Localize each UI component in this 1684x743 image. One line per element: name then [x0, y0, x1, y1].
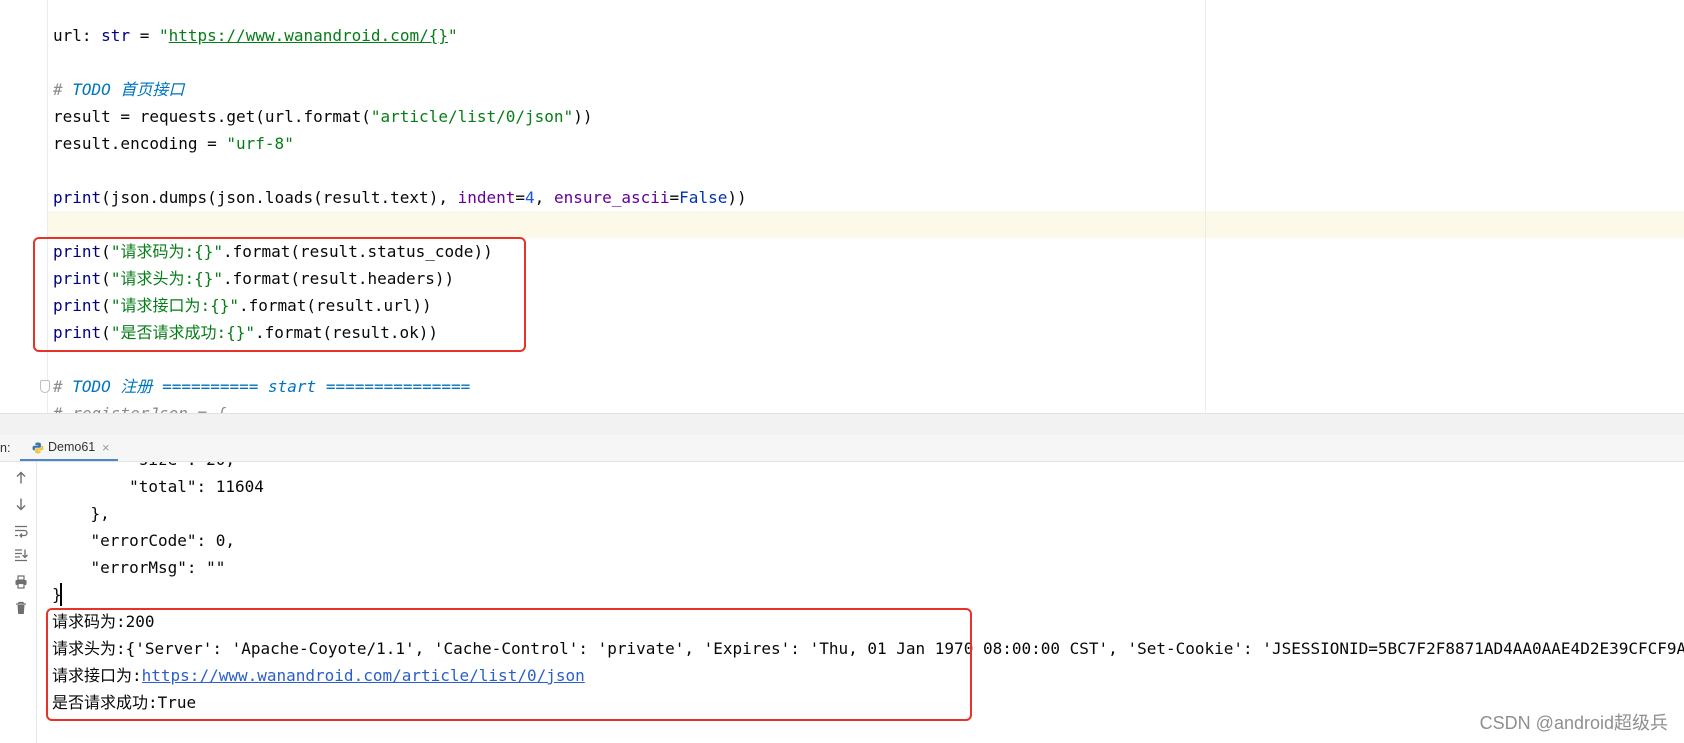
- annotation-box-code: [33, 237, 526, 352]
- run-console[interactable]: "size": 20, "total": 11604 }, "errorCode…: [0, 462, 1684, 743]
- console-token: },: [52, 504, 110, 523]
- code-line: # registerJson = {: [53, 400, 747, 413]
- url-link[interactable]: https://www.wanandroid.com/{}: [169, 26, 448, 45]
- trash-icon[interactable]: [13, 600, 29, 616]
- run-tool-window-header: n: Demo61 ×: [0, 435, 1684, 462]
- console-line: "errorMsg": "": [52, 554, 1684, 581]
- console-token: "errorCode": 0,: [52, 531, 236, 550]
- soft-wrap-icon[interactable]: [13, 523, 29, 539]
- code-token: result.encoding =: [53, 134, 227, 153]
- python-icon: [32, 442, 44, 454]
- code-token: TODO 注册 ========== start ===============: [72, 377, 471, 396]
- code-token: str: [101, 26, 131, 45]
- right-margin-guide: [1205, 0, 1206, 413]
- print-icon[interactable]: [13, 574, 29, 590]
- code-token: ensure_ascii: [553, 188, 670, 207]
- scroll-to-end-icon[interactable]: [13, 547, 29, 563]
- down-arrow-icon[interactable]: [13, 496, 29, 512]
- code-token: 4: [525, 188, 535, 207]
- code-line: # TODO 注册 ========== start =============…: [53, 373, 747, 400]
- panel-separator[interactable]: [0, 413, 1684, 435]
- code-token: TODO 首页接口: [72, 80, 185, 99]
- fold-icon[interactable]: [40, 380, 50, 393]
- console-line: },: [52, 500, 1684, 527]
- annotation-box-console: [46, 608, 972, 721]
- console-toolbar: [0, 462, 37, 743]
- code-token: url:: [53, 26, 102, 45]
- console-line: "total": 11604: [52, 473, 1684, 500]
- code-token: indent: [457, 188, 516, 207]
- code-token: False: [679, 188, 728, 207]
- code-editor[interactable]: url: str = "https://www.wanandroid.com/{…: [0, 0, 1684, 413]
- code-token: # registerJson = {: [53, 404, 226, 413]
- code-token: )): [573, 107, 593, 126]
- code-token: =: [515, 188, 526, 207]
- code-line: result = requests.get(url.format("articl…: [53, 103, 747, 130]
- code-token: =: [130, 26, 159, 45]
- tab-demo61[interactable]: Demo61 ×: [20, 435, 118, 461]
- code-token: (json.dumps(json.loads(result.text),: [101, 188, 458, 207]
- console-token: "total": 11604: [52, 477, 264, 496]
- code-token: "urf-8": [226, 134, 294, 153]
- code-token: "article/list/0/json": [370, 107, 574, 126]
- console-line: "size": 20,: [52, 462, 1684, 473]
- text-caret: [60, 583, 62, 606]
- console-token: "size": 20,: [52, 462, 235, 473]
- code-token: )): [727, 188, 747, 207]
- run-label: n:: [0, 441, 11, 455]
- code-token: result = requests.get(url.format(: [53, 107, 371, 126]
- code-line: print(json.dumps(json.loads(result.text)…: [53, 184, 747, 211]
- code-line: result.encoding = "urf-8": [53, 130, 747, 157]
- console-line: "errorCode": 0,: [52, 527, 1684, 554]
- console-token: "errorMsg": "": [52, 558, 226, 577]
- close-icon[interactable]: ×: [102, 435, 110, 460]
- console-line: }: [52, 581, 1684, 608]
- code-token: print: [53, 188, 102, 207]
- code-token: #: [53, 80, 73, 99]
- code-token: #: [53, 377, 73, 396]
- code-line: url: str = "https://www.wanandroid.com/{…: [53, 22, 747, 49]
- code-token: =: [669, 188, 680, 207]
- tab-title: Demo61: [48, 440, 96, 454]
- code-token: ,: [534, 188, 554, 207]
- up-arrow-icon[interactable]: [13, 470, 29, 486]
- code-token: ": [158, 26, 169, 45]
- code-line: # TODO 首页接口: [53, 76, 747, 103]
- watermark: CSDN @android超级兵: [1479, 713, 1668, 733]
- code-token: ": [447, 26, 458, 45]
